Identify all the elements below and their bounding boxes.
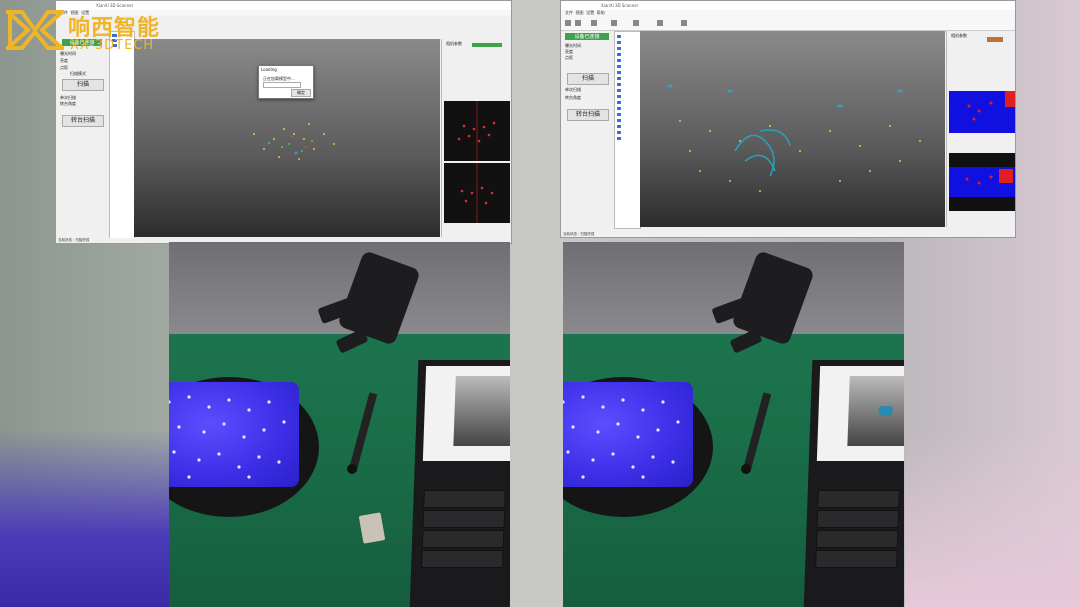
3d-viewport[interactable]: Loading 正在加载模型中... 确定 <box>134 39 440 237</box>
tripod-foot <box>741 464 751 474</box>
laptop-screen <box>422 366 510 461</box>
dialog-ok-button[interactable]: 确定 <box>291 89 311 97</box>
turntable-projection <box>563 382 693 487</box>
keyboard-row <box>815 530 899 548</box>
turntable-projection <box>169 382 299 487</box>
3d-viewport[interactable] <box>640 31 945 227</box>
camera-panel: 相机参数 <box>441 39 511 237</box>
field-brightness: 亮度 <box>60 58 68 63</box>
scan-mode-label: 扫描模式 <box>70 71 86 76</box>
right-software-window: XianXi 3D Scanner 文件 视图 设置 帮助 设备已连接 曝光时间… <box>560 0 1016 238</box>
menu-item-help[interactable]: 帮助 <box>597 10 605 15</box>
toolbar-icon <box>591 20 597 26</box>
brand-logo: 响西智能 XX-3DTECH <box>6 6 196 56</box>
scan-button[interactable]: 扫描 <box>62 79 104 91</box>
camera-panel-title: 相机参数 <box>951 33 967 38</box>
tripod-foot <box>347 464 357 474</box>
toolbar <box>561 16 1015 31</box>
camera-panel-title: 相机参数 <box>446 41 462 46</box>
field-point-distance: 点距 <box>60 65 68 70</box>
field-turntable-angle: 转台角度 <box>565 95 581 100</box>
laptop-screen-model <box>878 406 893 416</box>
turntable-scan-button[interactable]: 转台扫描 <box>567 109 609 121</box>
xx-logo-icon <box>6 10 64 50</box>
toolbar-icon <box>565 20 571 26</box>
layer-list[interactable] <box>109 31 135 239</box>
camera-panel: 相机参数 <box>946 31 1015 227</box>
camera-view-right <box>949 153 1015 211</box>
toolbar-icon <box>681 20 687 26</box>
status-bar: 当前状态 : 扫描完成 <box>561 232 1015 237</box>
laptop-screen-viewport <box>453 376 510 446</box>
laptop-screen <box>816 366 904 461</box>
layer-list[interactable] <box>614 31 641 229</box>
window-title: XianXi 3D Scanner <box>561 1 1015 10</box>
laptop <box>409 360 510 607</box>
keyboard-row <box>421 550 504 568</box>
color-swatch[interactable] <box>987 37 1003 42</box>
turntable-scan-button[interactable]: 转台扫描 <box>62 115 104 127</box>
logo-english-name: XX-3DTECH <box>70 38 155 53</box>
laptop <box>803 360 904 607</box>
dialog-title: Loading <box>261 67 277 72</box>
left-photo <box>169 242 510 607</box>
camera-status-indicator <box>472 43 502 47</box>
background-left-blur <box>0 430 170 607</box>
toolbar-icon <box>633 20 639 26</box>
toolbar-icon <box>575 20 581 26</box>
camera-view-right <box>444 163 510 223</box>
scanned-part <box>358 512 386 544</box>
toolbar-icon <box>657 20 663 26</box>
camera-view-left <box>444 101 510 161</box>
point-cloud <box>667 84 921 192</box>
menu-item-file[interactable]: 文件 <box>565 10 573 15</box>
left-control-panel: 设备已连接 曝光时间 亮度 点距 扫描模式 扫描 单次扫描 转台角度 转台扫描 <box>56 31 108 231</box>
keyboard-row <box>422 510 506 528</box>
field-turntable-angle: 转台角度 <box>60 101 76 106</box>
keyboard-row <box>816 510 900 528</box>
menu-item-view[interactable]: 视图 <box>576 10 584 15</box>
field-single-scan: 单次扫描 <box>565 87 581 92</box>
field-point-distance: 点距 <box>565 55 573 60</box>
device-connected-button[interactable]: 设备已连接 <box>565 33 609 40</box>
right-photo <box>563 242 904 607</box>
left-control-panel: 设备已连接 曝光时间 亮度 点距 扫描 单次扫描 转台角度 转台扫描 <box>561 31 613 227</box>
dialog-progress <box>263 82 301 88</box>
keyboard-row <box>423 490 506 508</box>
toolbar-icon <box>611 20 617 26</box>
keyboard-row <box>421 530 505 548</box>
keyboard-row <box>817 490 900 508</box>
keyboard-row <box>815 550 898 568</box>
background-right-blur <box>905 430 1080 607</box>
camera-view-left <box>949 91 1015 133</box>
laptop-screen-viewport <box>847 376 904 446</box>
scan-button[interactable]: 扫描 <box>567 73 609 85</box>
menu-item-settings[interactable]: 设置 <box>586 10 594 15</box>
loading-dialog: Loading 正在加载模型中... 确定 <box>258 65 314 99</box>
